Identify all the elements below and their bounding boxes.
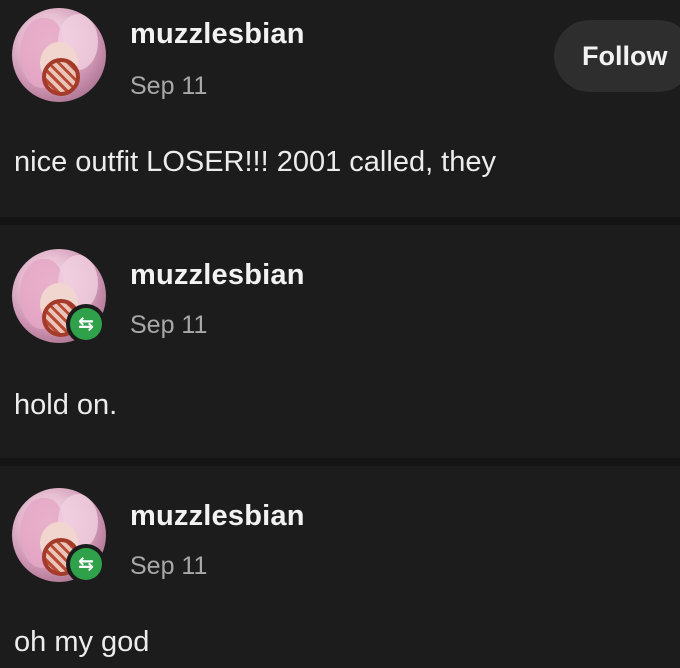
divider [0, 217, 680, 225]
post-text: oh my god [14, 626, 150, 658]
post-text: nice outfit LOSER!!! 2001 called, they [14, 146, 496, 178]
post-date: Sep 11 [130, 72, 208, 100]
username[interactable]: muzzlesbian [130, 259, 305, 292]
username[interactable]: muzzlesbian [130, 500, 305, 533]
avatar[interactable] [12, 8, 106, 102]
username[interactable]: muzzlesbian [130, 18, 305, 51]
post-3: ⇆ muzzlesbian Sep 11 oh my god [0, 466, 680, 668]
reblog-icon: ⇆ [66, 304, 106, 344]
post-2: ⇆ muzzlesbian Sep 11 hold on. [0, 225, 680, 455]
post-1: muzzlesbian Sep 11 Follow nice outfit LO… [0, 0, 680, 215]
post-text: hold on. [14, 389, 118, 421]
post-date: Sep 11 [130, 311, 208, 339]
follow-button[interactable]: Follow [554, 20, 680, 92]
post-date: Sep 11 [130, 552, 208, 580]
reblog-icon: ⇆ [66, 544, 106, 584]
divider [0, 458, 680, 466]
